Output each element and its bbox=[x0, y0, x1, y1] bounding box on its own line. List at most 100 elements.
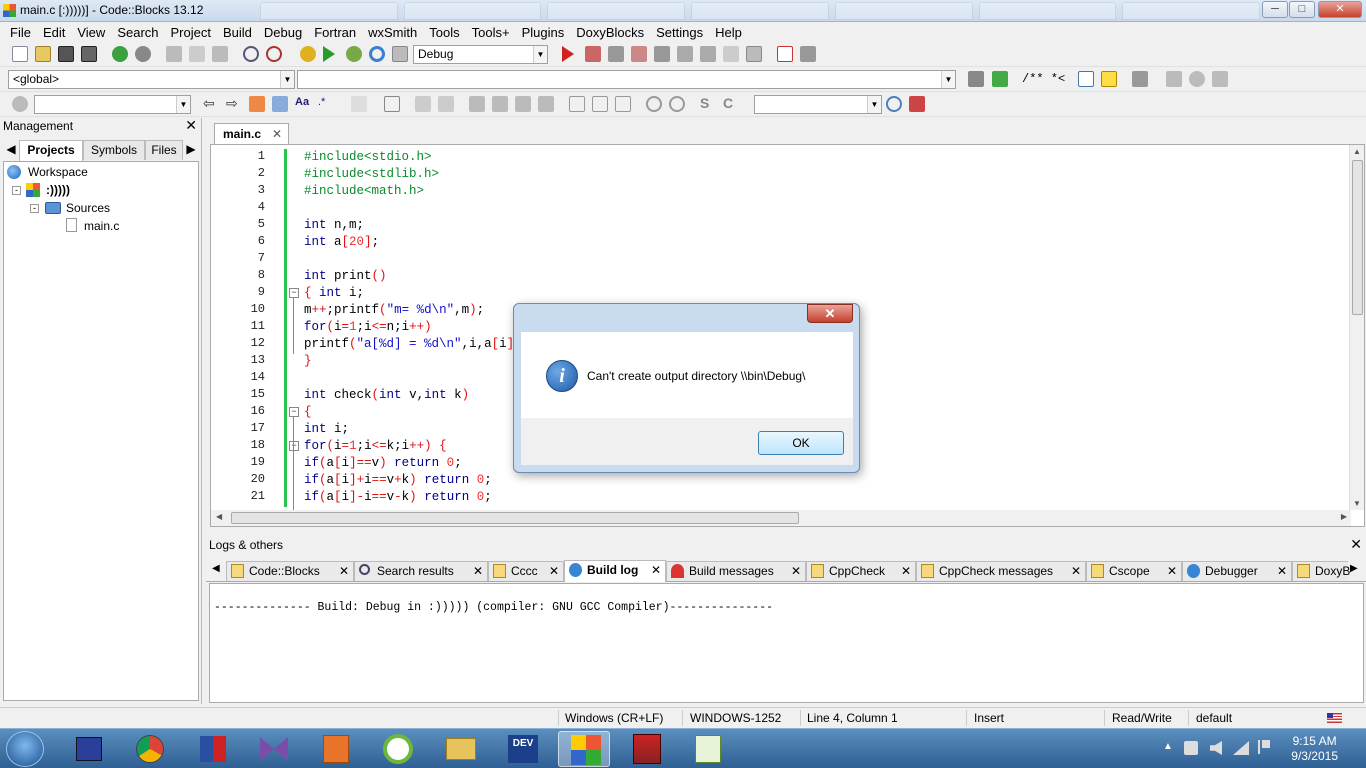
menu-tools[interactable]: Tools bbox=[423, 25, 465, 40]
redo-icon[interactable] bbox=[135, 46, 151, 62]
tabs-scroll-left-icon[interactable]: ◀ bbox=[3, 140, 19, 160]
highlight-icon[interactable] bbox=[249, 96, 265, 112]
step-into-icon[interactable] bbox=[631, 46, 647, 62]
network-icon[interactable] bbox=[1233, 741, 1249, 755]
function-select[interactable]: ▼ bbox=[297, 70, 956, 89]
menu-build[interactable]: Build bbox=[217, 25, 258, 40]
spacer-v-icon[interactable] bbox=[615, 96, 631, 112]
tabs-scroll-left-icon[interactable]: ◀ bbox=[212, 563, 220, 574]
stop-debug-icon[interactable] bbox=[746, 46, 762, 62]
back-arrow-icon[interactable]: ⇦ bbox=[203, 96, 219, 112]
build-log-output[interactable]: -------------- Build: Debug in :))))) (c… bbox=[209, 583, 1364, 703]
doxy-help-icon[interactable] bbox=[1101, 71, 1117, 87]
tab-close-icon[interactable]: ✕ bbox=[549, 562, 559, 580]
management-close-icon[interactable]: ✕ bbox=[185, 117, 197, 134]
next-line-icon[interactable] bbox=[608, 46, 624, 62]
copy-icon[interactable] bbox=[189, 46, 205, 62]
usb-icon[interactable] bbox=[1184, 741, 1198, 755]
widget-grid-icon[interactable] bbox=[515, 96, 531, 112]
system-clock[interactable]: 9:15 AM 9/3/2015 bbox=[1291, 734, 1338, 764]
taskbar-vs-app[interactable] bbox=[248, 731, 300, 767]
tab-build-messages[interactable]: Build messages ✕ bbox=[666, 561, 806, 581]
clear-icon[interactable] bbox=[12, 96, 28, 112]
tree-file-main-c[interactable]: main.c bbox=[84, 219, 119, 233]
open-folder-icon[interactable] bbox=[35, 46, 51, 62]
logs-close-icon[interactable]: ✕ bbox=[1350, 536, 1362, 553]
menu-settings[interactable]: Settings bbox=[650, 25, 709, 40]
find-icon[interactable] bbox=[243, 46, 259, 62]
tab-close-icon[interactable]: ✕ bbox=[272, 124, 282, 144]
widget-box-icon[interactable] bbox=[492, 96, 508, 112]
minimize-button[interactable]: ─ bbox=[1262, 1, 1288, 18]
run-icon[interactable] bbox=[323, 46, 335, 62]
zoom-in-icon[interactable] bbox=[646, 96, 662, 112]
tab-projects[interactable]: Projects bbox=[19, 140, 83, 161]
doxy-comment-button[interactable]: /** *< bbox=[1022, 72, 1065, 86]
cut-icon[interactable] bbox=[166, 46, 182, 62]
symbol-c-icon[interactable]: C bbox=[723, 96, 739, 112]
run-doxygen-icon[interactable] bbox=[992, 71, 1008, 87]
symbol-s-icon[interactable]: S bbox=[700, 96, 716, 112]
menu-view[interactable]: View bbox=[71, 25, 111, 40]
bookmark-toggle-icon[interactable] bbox=[1189, 71, 1205, 87]
widget-dialog-icon[interactable] bbox=[415, 96, 431, 112]
build-gear-icon[interactable] bbox=[300, 46, 316, 62]
tab-search-results[interactable]: Search results ✕ bbox=[354, 561, 488, 581]
tab-cccc[interactable]: Cccc ✕ bbox=[488, 561, 564, 581]
tab-close-icon[interactable]: ✕ bbox=[473, 562, 483, 580]
show-hidden-icons-icon[interactable]: ▲ bbox=[1163, 741, 1173, 752]
dialog-close-button[interactable]: ✕ bbox=[807, 304, 853, 323]
tab-close-icon[interactable]: ✕ bbox=[1071, 562, 1081, 580]
tab-close-icon[interactable]: ✕ bbox=[339, 562, 349, 580]
tab-close-icon[interactable]: ✕ bbox=[791, 562, 801, 580]
tab-close-icon[interactable]: ✕ bbox=[1277, 562, 1287, 580]
new-file-icon[interactable] bbox=[12, 46, 28, 62]
tab-close-icon[interactable]: ✕ bbox=[901, 562, 911, 580]
step-instruction-icon[interactable] bbox=[700, 46, 716, 62]
spacer-icon[interactable] bbox=[569, 96, 585, 112]
thread-search-icon[interactable] bbox=[886, 96, 902, 112]
scroll-thumb[interactable] bbox=[231, 512, 799, 524]
debug-info-icon[interactable] bbox=[800, 46, 816, 62]
editor-vertical-scrollbar[interactable]: ▲ ▼ bbox=[1349, 145, 1364, 510]
scope-select[interactable]: <global> ▼ bbox=[8, 70, 295, 89]
tree-workspace[interactable]: Workspace bbox=[28, 165, 88, 179]
debug-windows-icon[interactable] bbox=[777, 46, 793, 62]
tab-close-icon[interactable]: ✕ bbox=[1167, 562, 1177, 580]
regex-icon[interactable]: .* bbox=[318, 96, 334, 112]
bookmark-prev-icon[interactable] bbox=[1166, 71, 1182, 87]
widget-frame-icon[interactable] bbox=[384, 96, 400, 112]
widget-flex-icon[interactable] bbox=[538, 96, 554, 112]
menu-tools-plus[interactable]: Tools+ bbox=[466, 25, 516, 40]
abort-icon[interactable] bbox=[392, 46, 408, 62]
widget-panel-icon[interactable] bbox=[438, 96, 454, 112]
taskbar-borland-app[interactable] bbox=[620, 731, 672, 767]
scroll-right-icon[interactable]: ▶ bbox=[1341, 512, 1347, 521]
tree-project[interactable]: :))))) bbox=[46, 183, 70, 197]
tab-codeblocks-log[interactable]: Code::Blocks ✕ bbox=[226, 561, 354, 581]
taskbar-unikey-app[interactable] bbox=[186, 731, 238, 767]
search-options-icon[interactable] bbox=[909, 96, 925, 112]
wrench-icon[interactable] bbox=[1132, 71, 1148, 87]
ok-button[interactable]: OK bbox=[758, 431, 844, 455]
taskbar-codeblocks-app[interactable] bbox=[558, 731, 610, 767]
replace-icon[interactable] bbox=[266, 46, 282, 62]
start-button[interactable] bbox=[6, 731, 44, 767]
collapse-icon[interactable]: - bbox=[30, 204, 39, 213]
scroll-down-icon[interactable]: ▼ bbox=[1353, 499, 1361, 508]
menu-doxyblocks[interactable]: DoxyBlocks bbox=[570, 25, 650, 40]
zoom-out-icon[interactable] bbox=[669, 96, 685, 112]
bookmark-next-icon[interactable] bbox=[1212, 71, 1228, 87]
menu-project[interactable]: Project bbox=[165, 25, 217, 40]
forward-arrow-icon[interactable]: ⇨ bbox=[226, 96, 242, 112]
debug-start-icon[interactable] bbox=[562, 46, 574, 62]
search-input[interactable]: ▼ bbox=[34, 95, 191, 114]
fold-toggle-icon[interactable]: − bbox=[289, 407, 299, 417]
action-center-flag-icon[interactable] bbox=[1258, 740, 1270, 754]
rebuild-icon[interactable] bbox=[369, 46, 385, 62]
tab-debugger[interactable]: Debugger ✕ bbox=[1182, 561, 1292, 581]
pause-icon[interactable] bbox=[723, 46, 739, 62]
tab-build-log[interactable]: Build log ✕ bbox=[564, 560, 666, 582]
tree-sources[interactable]: Sources bbox=[66, 201, 110, 215]
tab-main-c[interactable]: main.c ✕ bbox=[214, 123, 289, 144]
